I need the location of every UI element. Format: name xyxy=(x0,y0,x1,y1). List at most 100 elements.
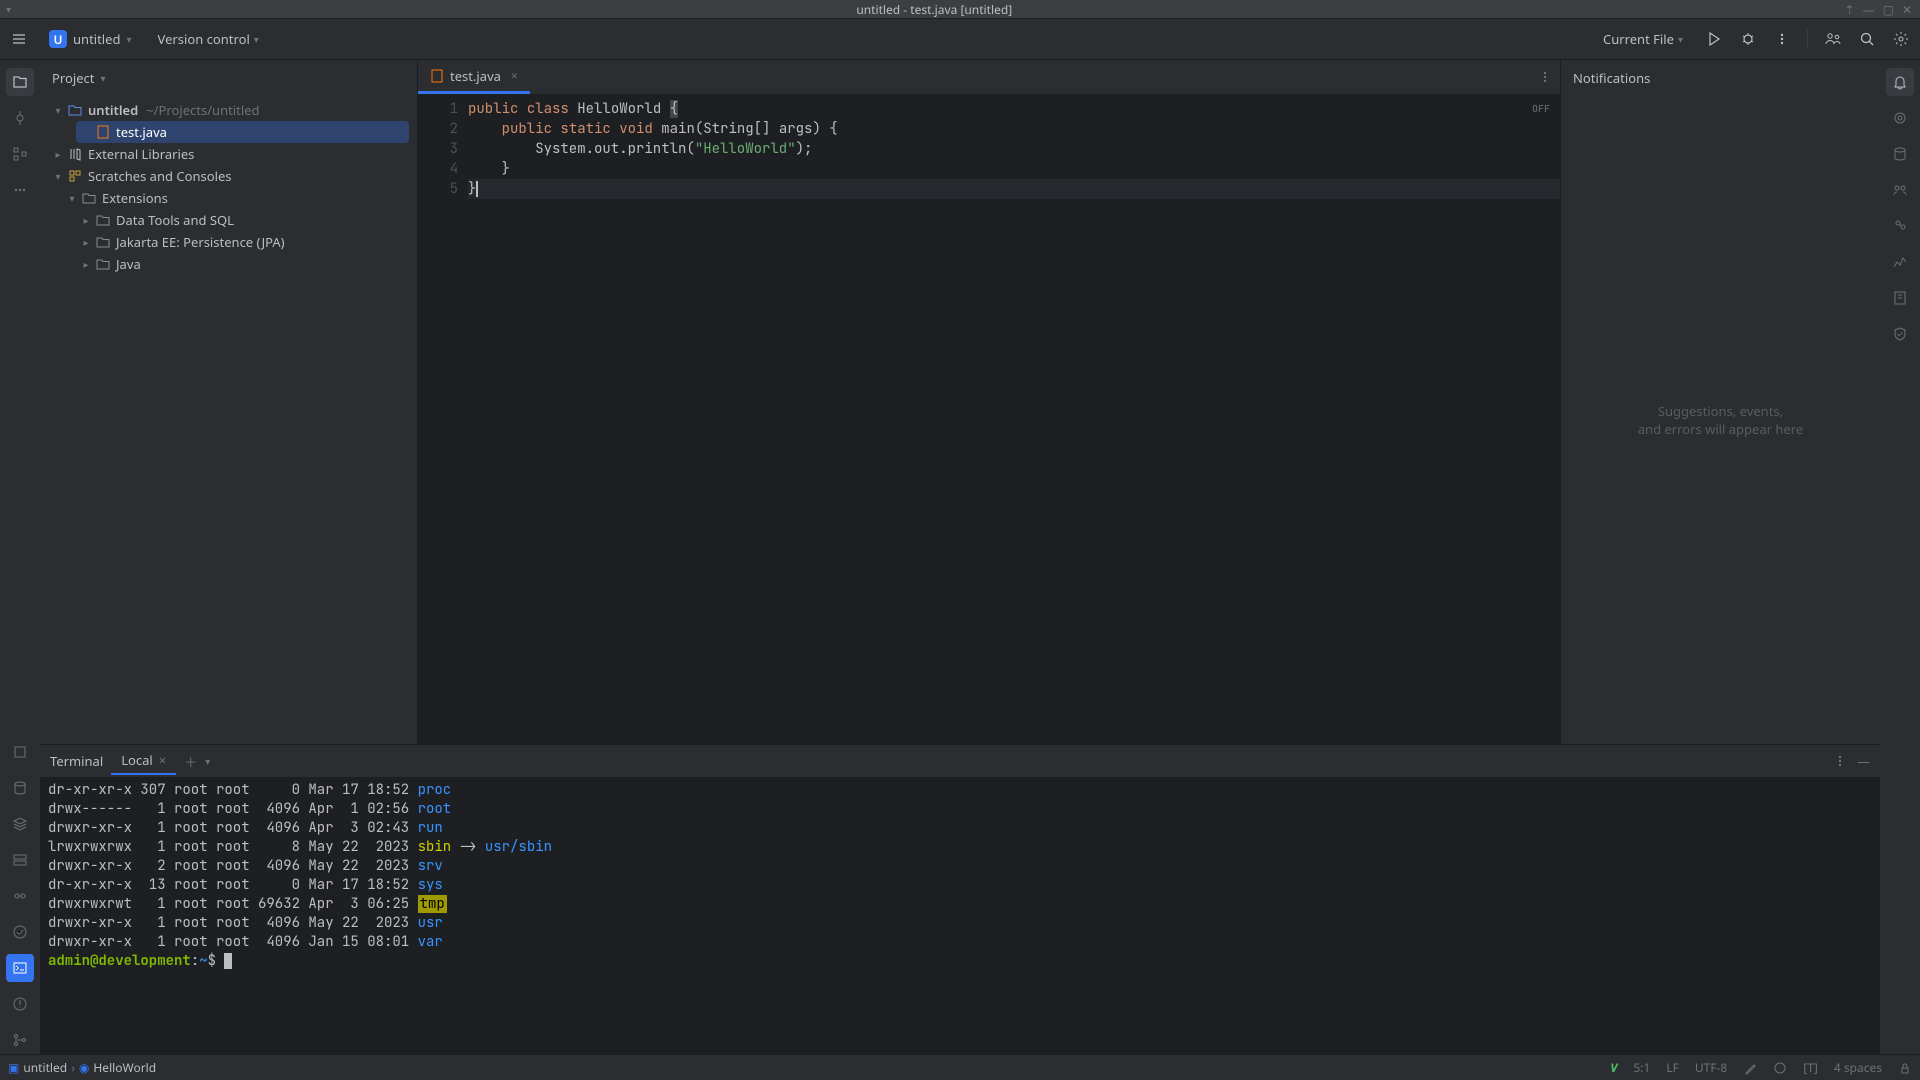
main-menu-button[interactable] xyxy=(6,26,32,52)
line-gutter: 1 2 3 4 5 xyxy=(418,95,468,744)
more-run-options[interactable] xyxy=(1769,26,1795,52)
left-tool-strip xyxy=(0,60,40,1054)
tree-scratches[interactable]: ▾ Scratches and Consoles xyxy=(48,165,409,187)
chevron-down-icon[interactable]: ▾ xyxy=(66,191,78,205)
structure-tool-icon[interactable] xyxy=(6,140,34,168)
folder-icon xyxy=(82,191,98,205)
commit-tool-icon[interactable] xyxy=(6,104,34,132)
readonly-icon[interactable] xyxy=(1743,1061,1757,1075)
tree-file-name: test.java xyxy=(116,123,167,141)
settings-icon[interactable] xyxy=(1888,26,1914,52)
chevron-right-icon[interactable]: ▸ xyxy=(80,257,92,271)
tree-label: Extensions xyxy=(102,189,168,207)
lock-icon[interactable] xyxy=(1898,1061,1912,1075)
editor-tab-more-icon[interactable] xyxy=(1538,70,1552,84)
close-icon[interactable]: ✕ xyxy=(1902,1,1912,18)
window-title: untitled - test.java [untitled] xyxy=(24,1,1845,18)
version-control-menu[interactable]: Version control ▾ xyxy=(149,25,268,53)
breadcrumb[interactable]: ▣ untitled › ◉ HelloWorld xyxy=(8,1059,156,1076)
terminal-hide-icon[interactable]: — xyxy=(1857,752,1870,770)
tree-label: Jakarta EE: Persistence (JPA) xyxy=(116,233,285,251)
terminal-output[interactable]: dr-xr-xr-x 307 root root 0 Mar 17 18:52 … xyxy=(40,777,1880,1054)
tree-label: Data Tools and SQL xyxy=(116,211,234,229)
project-tree[interactable]: ▾ untitled ~/Projects/untitled test.java xyxy=(40,95,417,279)
bookmarks-tool-icon[interactable] xyxy=(6,738,34,766)
debug-button[interactable] xyxy=(1735,26,1761,52)
terminal-new-tab-icon[interactable]: ＋ xyxy=(184,752,197,771)
chevron-down-icon[interactable]: ▾ xyxy=(52,103,64,117)
notifications-panel: Notifications Suggestions, events, and e… xyxy=(1560,60,1880,744)
tree-file-selected[interactable]: test.java xyxy=(76,121,409,143)
terminal-panel: Terminal Local × ＋ ▾ — dr-xr-xr-x 307 ro… xyxy=(40,744,1880,1054)
scratches-icon xyxy=(68,169,84,183)
tree-ext-item[interactable]: ▸ Jakarta EE: Persistence (JPA) xyxy=(76,231,409,253)
close-tab-icon[interactable]: × xyxy=(159,751,166,769)
docs-right-icon[interactable] xyxy=(1886,284,1914,312)
close-tab-icon[interactable]: × xyxy=(511,67,518,84)
tree-ext-libs[interactable]: ▸ External Libraries xyxy=(48,143,409,165)
indent-setting[interactable]: 4 spaces xyxy=(1834,1059,1882,1076)
search-everywhere-icon[interactable] xyxy=(1854,26,1880,52)
run-config-selector[interactable]: Current File ▾ xyxy=(1593,25,1693,53)
project-root[interactable]: ▾ untitled ~/Projects/untitled xyxy=(48,99,409,121)
code-with-me-icon[interactable] xyxy=(1820,26,1846,52)
chevron-down-icon[interactable]: ▾ xyxy=(205,754,210,768)
more-tool-icon[interactable] xyxy=(6,176,34,204)
endpoints-tool-icon[interactable] xyxy=(6,882,34,910)
project-tool-icon[interactable] xyxy=(6,68,34,96)
ai-tool-icon[interactable] xyxy=(1886,104,1914,132)
vim-indicator[interactable]: V xyxy=(1610,1059,1617,1076)
project-panel-title: Project xyxy=(52,69,94,87)
minimize-icon[interactable]: — xyxy=(1863,1,1875,18)
services-tool-icon[interactable] xyxy=(6,846,34,874)
tree-ext-item[interactable]: ▸ Data Tools and SQL xyxy=(76,209,409,231)
tree-label: Scratches and Consoles xyxy=(88,167,232,185)
indicator-icon[interactable] xyxy=(1773,1061,1787,1075)
inspections-badge[interactable]: OFF xyxy=(1532,99,1550,119)
code-editor[interactable]: 1 2 3 4 5 public class HelloWorld { publ… xyxy=(418,95,1560,744)
app-menu-icon[interactable]: ▾ xyxy=(6,2,11,16)
editor-tab-active[interactable]: test.java × xyxy=(418,60,530,94)
run-button[interactable] xyxy=(1701,26,1727,52)
project-panel: Project ▾ ▾ untitled ~/Projects/untitled xyxy=(40,60,418,744)
status-bar: ▣ untitled › ◉ HelloWorld V 5:1 LF UTF-8… xyxy=(0,1054,1920,1080)
build-tool-icon[interactable] xyxy=(6,918,34,946)
file-encoding[interactable]: UTF-8 xyxy=(1695,1059,1727,1076)
profiler-right-icon[interactable] xyxy=(1886,248,1914,276)
class-icon: ◉ xyxy=(79,1059,89,1076)
chevron-right-icon[interactable]: ▸ xyxy=(52,147,64,161)
terminal-tool-icon[interactable] xyxy=(6,954,34,982)
library-icon xyxy=(68,147,84,161)
chevron-right-icon[interactable]: ▸ xyxy=(80,213,92,227)
stack-tool-icon[interactable] xyxy=(6,810,34,838)
shield-right-icon[interactable] xyxy=(1886,320,1914,348)
notifications-tool-icon[interactable] xyxy=(1886,68,1914,96)
tree-ext-item[interactable]: ▸ Java xyxy=(76,253,409,275)
top-toolbar: U untitled ▾ Version control ▾ Current F… xyxy=(0,19,1920,60)
maximize-icon[interactable]: ▢ xyxy=(1883,1,1894,18)
tree-label: External Libraries xyxy=(88,145,194,163)
terminal-more-icon[interactable] xyxy=(1833,754,1847,768)
collab2-right-icon[interactable] xyxy=(1886,212,1914,240)
version-control-label: Version control xyxy=(158,30,250,48)
chevron-down-icon[interactable]: ▾ xyxy=(52,169,64,183)
tab-mode[interactable]: [T] xyxy=(1803,1059,1818,1076)
terminal-tab-active[interactable]: Local × xyxy=(111,747,176,775)
collab-right-icon[interactable] xyxy=(1886,176,1914,204)
chevron-right-icon[interactable]: ▸ xyxy=(80,235,92,249)
database-tool-icon[interactable] xyxy=(6,774,34,802)
chevron-down-icon[interactable]: ▾ xyxy=(100,71,105,85)
tree-extensions[interactable]: ▾ Extensions xyxy=(62,187,409,209)
breadcrumb-module: untitled xyxy=(23,1059,67,1076)
pin-icon[interactable]: ⇡ xyxy=(1845,1,1855,18)
editor-tab-label: test.java xyxy=(450,67,501,85)
line-separator[interactable]: LF xyxy=(1666,1059,1679,1076)
folder-icon xyxy=(96,213,112,227)
problems-tool-icon[interactable] xyxy=(6,990,34,1018)
project-selector[interactable]: U untitled ▾ xyxy=(40,25,141,53)
chevron-down-icon: ▾ xyxy=(127,32,132,46)
cursor-position[interactable]: 5:1 xyxy=(1633,1059,1650,1076)
vcs-tool-icon[interactable] xyxy=(6,1026,34,1054)
project-initial-badge: U xyxy=(49,30,67,48)
database-right-icon[interactable] xyxy=(1886,140,1914,168)
